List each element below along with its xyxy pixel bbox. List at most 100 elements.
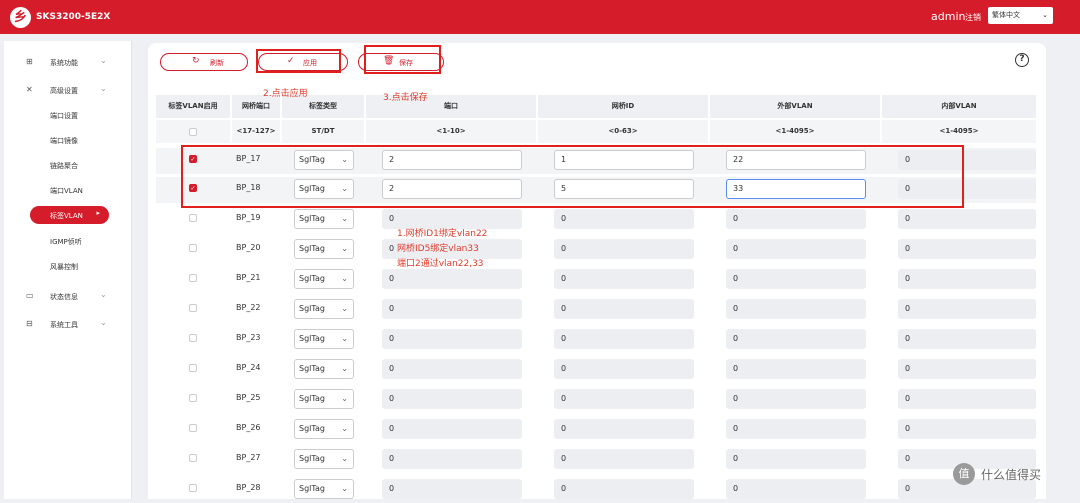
port-input[interactable]: 0 [382, 359, 522, 379]
tag-type-value: SglTag [299, 484, 325, 493]
top-bar: 乡 SKS3200-5E2X admin 注销 繁体中文 ⌄ [0, 0, 1080, 34]
inner-vlan-input[interactable]: 0 [898, 209, 1036, 229]
table-row: BP_19 SglTag ⌄ 0 0 0 0 [156, 207, 1036, 233]
tag-type-select[interactable]: SglTag ⌄ [294, 389, 354, 409]
language-select[interactable]: 繁体中文 ⌄ [988, 7, 1053, 24]
tag-type-select[interactable]: SglTag ⌄ [294, 329, 354, 349]
bridge-id-input[interactable]: 0 [554, 269, 694, 289]
tag-type-select[interactable]: SglTag ⌄ [294, 479, 354, 499]
outer-vlan-input[interactable]: 0 [726, 329, 866, 349]
outer-vlan-input[interactable]: 0 [726, 209, 866, 229]
help-icon[interactable]: ? [1015, 53, 1029, 67]
sidebar-item-system-functions[interactable]: ⊞ 系统功能 ⌄ [4, 53, 132, 73]
outer-vlan-input[interactable]: 0 [726, 299, 866, 319]
tag-type-value: SglTag [299, 394, 325, 403]
tag-type-select[interactable]: SglTag ⌄ [294, 359, 354, 379]
port-input[interactable]: 0 [382, 419, 522, 439]
sidebar-item-label: 风暴控制 [50, 263, 78, 271]
bridge-id-input[interactable]: 0 [554, 329, 694, 349]
enable-checkbox[interactable] [189, 244, 197, 252]
outer-vlan-input[interactable]: 0 [726, 239, 866, 259]
sidebar-item-advanced-settings[interactable]: ✕ 高级设置 ⌄ [4, 81, 132, 101]
sidebar-item-label: 端口VLAN [50, 187, 83, 195]
tag-type-value: SglTag [299, 454, 325, 463]
select-all-checkbox[interactable] [189, 128, 197, 136]
outer-vlan-input[interactable]: 0 [726, 419, 866, 439]
bridge-id-input[interactable]: 0 [554, 359, 694, 379]
bridge-id-input[interactable]: 0 [554, 479, 694, 499]
port-input[interactable]: 0 [382, 389, 522, 409]
outer-vlan-input[interactable]: 0 [726, 479, 866, 499]
tag-type-select[interactable]: SglTag ⌄ [294, 419, 354, 439]
bridge-id-input[interactable]: 0 [554, 419, 694, 439]
port-input[interactable]: 0 [382, 269, 522, 289]
inner-vlan-input[interactable]: 0 [898, 389, 1036, 409]
bridge-port-label: BP_27 [236, 453, 261, 462]
sidebar-item-system-tools[interactable]: ⊟ 系统工具 ⌄ [4, 315, 132, 335]
outer-vlan-input[interactable]: 0 [726, 449, 866, 469]
sidebar-item-status-info[interactable]: ▭ 状态信息 ⌄ [4, 287, 132, 307]
bridge-port-label: BP_21 [236, 273, 261, 282]
sidebar-item-label: 系统工具 [50, 321, 78, 329]
enable-checkbox[interactable] [189, 454, 197, 462]
inner-vlan-input[interactable]: 0 [898, 359, 1036, 379]
outer-vlan-input[interactable]: 0 [726, 269, 866, 289]
sidebar-item-link-aggregation[interactable]: 链路聚合 [4, 156, 132, 174]
sidebar-item-label: IGMP侦听 [50, 238, 82, 246]
header-inner-vlan: 内部VLAN [882, 95, 1036, 118]
inner-vlan-input[interactable]: 0 [898, 239, 1036, 259]
tag-type-select[interactable]: SglTag ⌄ [294, 449, 354, 469]
enable-checkbox[interactable] [189, 334, 197, 342]
user-name: admin [931, 10, 966, 23]
table-row: BP_26 SglTag ⌄ 0 0 0 0 [156, 417, 1036, 443]
tag-type-select[interactable]: SglTag ⌄ [294, 239, 354, 259]
enable-checkbox[interactable] [189, 304, 197, 312]
bridge-id-input[interactable]: 0 [554, 449, 694, 469]
sidebar-item-label: 链路聚合 [50, 162, 78, 170]
tag-type-select[interactable]: SglTag ⌄ [294, 269, 354, 289]
bridge-port-label: BP_19 [236, 213, 261, 222]
bridge-port-label: BP_26 [236, 423, 261, 432]
chevron-down-icon: ⌄ [341, 424, 348, 433]
enable-checkbox[interactable] [189, 424, 197, 432]
bridge-id-input[interactable]: 0 [554, 389, 694, 409]
sidebar-item-igmp[interactable]: IGMP侦听 [4, 232, 132, 250]
logout-link[interactable]: 注销 [965, 12, 981, 23]
port-input[interactable]: 0 [382, 329, 522, 349]
bridge-id-input[interactable]: 0 [554, 209, 694, 229]
bridge-id-input[interactable]: 0 [554, 299, 694, 319]
sidebar-item-port-settings[interactable]: 端口设置 [4, 106, 132, 124]
tag-type-select[interactable]: SglTag ⌄ [294, 299, 354, 319]
inner-vlan-input[interactable]: 0 [898, 419, 1036, 439]
enable-checkbox[interactable] [189, 274, 197, 282]
chevron-down-icon: ⌄ [100, 318, 107, 327]
annotation-note-1: 1.网桥ID1绑定vlan22 [397, 229, 488, 239]
chevron-down-icon: ⌄ [341, 304, 348, 313]
outer-vlan-input[interactable]: 0 [726, 359, 866, 379]
refresh-button[interactable]: ↻ 刷新 [160, 53, 248, 71]
port-input[interactable]: 0 [382, 479, 522, 499]
outer-vlan-input[interactable]: 0 [726, 389, 866, 409]
tag-type-select[interactable]: SglTag ⌄ [294, 209, 354, 229]
sidebar-item-port-mirror[interactable]: 端口镜像 [4, 131, 132, 149]
sidebar-item-port-vlan[interactable]: 端口VLAN [4, 181, 132, 199]
inner-vlan-input[interactable]: 0 [898, 299, 1036, 319]
sidebar-item-tag-vlan[interactable]: 标签VLAN ▸ [30, 206, 109, 224]
enable-checkbox[interactable] [189, 364, 197, 372]
inner-vlan-input[interactable]: 0 [898, 329, 1036, 349]
tag-type-value: SglTag [299, 304, 325, 313]
enable-checkbox[interactable] [189, 484, 197, 492]
tag-type-value: SglTag [299, 214, 325, 223]
port-input[interactable]: 0 [382, 449, 522, 469]
highlight-rows [181, 145, 964, 208]
enable-checkbox[interactable] [189, 394, 197, 402]
sidebar-item-storm-control[interactable]: 风暴控制 [4, 257, 132, 275]
inner-vlan-input[interactable]: 0 [898, 269, 1036, 289]
enable-checkbox[interactable] [189, 214, 197, 222]
bridge-id-input[interactable]: 0 [554, 239, 694, 259]
port-input[interactable]: 0 [382, 299, 522, 319]
grid-icon: ⊞ [26, 57, 33, 66]
monitor-icon: ▭ [26, 291, 34, 300]
bridge-port-label: BP_23 [236, 333, 261, 342]
refresh-label: 刷新 [210, 59, 224, 67]
